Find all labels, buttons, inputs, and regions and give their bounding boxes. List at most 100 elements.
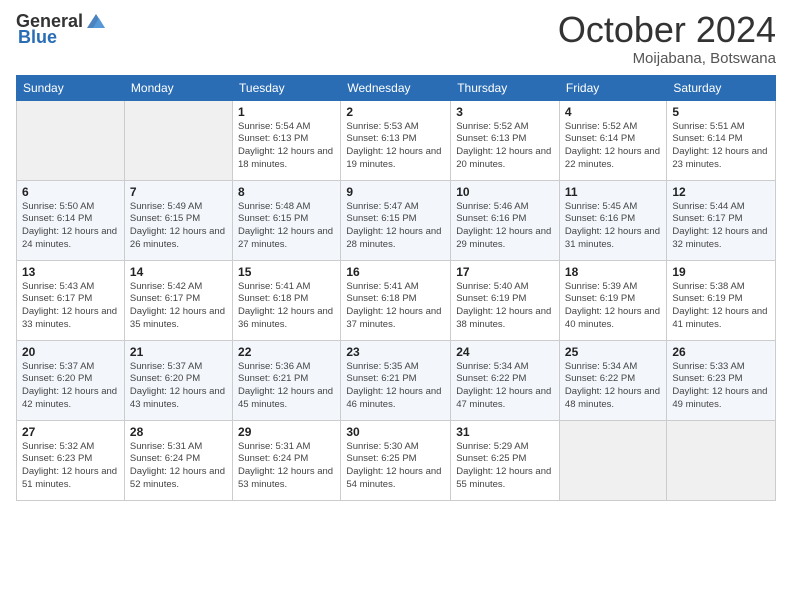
day-info: Sunrise: 5:31 AMSunset: 6:24 PMDaylight:… [238, 441, 335, 492]
calendar-cell: 25 Sunrise: 5:34 AMSunset: 6:22 PMDayligh… [559, 340, 666, 420]
calendar-cell: 26 Sunrise: 5:33 AMSunset: 6:23 PMDayligh… [667, 340, 776, 420]
day-info: Sunrise: 5:43 AMSunset: 6:17 PMDaylight:… [22, 281, 119, 332]
day-number: 30 [346, 425, 445, 439]
day-info: Sunrise: 5:42 AMSunset: 6:17 PMDaylight:… [130, 281, 227, 332]
day-number: 18 [565, 265, 661, 279]
day-info: Sunrise: 5:46 AMSunset: 6:16 PMDaylight:… [456, 201, 554, 252]
calendar-cell [124, 100, 232, 180]
calendar-table: SundayMondayTuesdayWednesdayThursdayFrid… [16, 75, 776, 501]
day-number: 17 [456, 265, 554, 279]
calendar-cell [667, 420, 776, 500]
calendar-week-row: 1 Sunrise: 5:54 AMSunset: 6:13 PMDaylight… [17, 100, 776, 180]
day-number: 5 [672, 105, 770, 119]
calendar-header-thursday: Thursday [451, 75, 560, 100]
day-number: 8 [238, 185, 335, 199]
logo-icon [85, 10, 107, 32]
calendar-cell: 16 Sunrise: 5:41 AMSunset: 6:18 PMDayligh… [341, 260, 451, 340]
calendar-cell: 18 Sunrise: 5:39 AMSunset: 6:19 PMDayligh… [559, 260, 666, 340]
calendar-cell: 1 Sunrise: 5:54 AMSunset: 6:13 PMDaylight… [233, 100, 341, 180]
day-number: 14 [130, 265, 227, 279]
day-number: 27 [22, 425, 119, 439]
day-number: 4 [565, 105, 661, 119]
day-info: Sunrise: 5:35 AMSunset: 6:21 PMDaylight:… [346, 361, 445, 412]
day-info: Sunrise: 5:47 AMSunset: 6:15 PMDaylight:… [346, 201, 445, 252]
day-info: Sunrise: 5:44 AMSunset: 6:17 PMDaylight:… [672, 201, 770, 252]
calendar-cell: 4 Sunrise: 5:52 AMSunset: 6:14 PMDaylight… [559, 100, 666, 180]
calendar-cell: 11 Sunrise: 5:45 AMSunset: 6:16 PMDayligh… [559, 180, 666, 260]
calendar-cell: 31Sunrise: 5:29 AMSunset: 6:25 PMDayligh… [451, 420, 560, 500]
day-info: Sunrise: 5:53 AMSunset: 6:13 PMDaylight:… [346, 121, 445, 172]
calendar-cell: 9Sunrise: 5:47 AMSunset: 6:15 PMDaylight… [341, 180, 451, 260]
day-number: 31 [456, 425, 554, 439]
calendar-cell: 5 Sunrise: 5:51 AMSunset: 6:14 PMDaylight… [667, 100, 776, 180]
calendar-cell: 23 Sunrise: 5:35 AMSunset: 6:21 PMDayligh… [341, 340, 451, 420]
day-info: Sunrise: 5:52 AMSunset: 6:13 PMDaylight:… [456, 121, 554, 172]
day-info: Sunrise: 5:37 AMSunset: 6:20 PMDaylight:… [22, 361, 119, 412]
calendar-week-row: 27 Sunrise: 5:32 AMSunset: 6:23 PMDayligh… [17, 420, 776, 500]
day-info: Sunrise: 5:34 AMSunset: 6:22 PMDaylight:… [565, 361, 661, 412]
calendar-cell: 28Sunrise: 5:31 AMSunset: 6:24 PMDayligh… [124, 420, 232, 500]
day-info: Sunrise: 5:33 AMSunset: 6:23 PMDaylight:… [672, 361, 770, 412]
calendar-cell: 14 Sunrise: 5:42 AMSunset: 6:17 PMDayligh… [124, 260, 232, 340]
day-number: 26 [672, 345, 770, 359]
title-month: October 2024 [558, 10, 776, 50]
day-number: 13 [22, 265, 119, 279]
day-info: Sunrise: 5:38 AMSunset: 6:19 PMDaylight:… [672, 281, 770, 332]
day-info: Sunrise: 5:39 AMSunset: 6:19 PMDaylight:… [565, 281, 661, 332]
calendar-cell: 7 Sunrise: 5:49 AMSunset: 6:15 PMDaylight… [124, 180, 232, 260]
calendar-cell: 12 Sunrise: 5:44 AMSunset: 6:17 PMDayligh… [667, 180, 776, 260]
day-number: 1 [238, 105, 335, 119]
calendar-cell: 29 Sunrise: 5:31 AMSunset: 6:24 PMDayligh… [233, 420, 341, 500]
logo: General Blue [16, 10, 107, 46]
day-info: Sunrise: 5:41 AMSunset: 6:18 PMDaylight:… [346, 281, 445, 332]
calendar-cell: 3 Sunrise: 5:52 AMSunset: 6:13 PMDaylight… [451, 100, 560, 180]
day-info: Sunrise: 5:51 AMSunset: 6:14 PMDaylight:… [672, 121, 770, 172]
day-number: 23 [346, 345, 445, 359]
title-location: Moijabana, Botswana [558, 50, 776, 67]
day-number: 16 [346, 265, 445, 279]
day-number: 25 [565, 345, 661, 359]
calendar-cell: 21 Sunrise: 5:37 AMSunset: 6:20 PMDayligh… [124, 340, 232, 420]
day-info: Sunrise: 5:40 AMSunset: 6:19 PMDaylight:… [456, 281, 554, 332]
day-number: 11 [565, 185, 661, 199]
day-info: Sunrise: 5:41 AMSunset: 6:18 PMDaylight:… [238, 281, 335, 332]
calendar-cell: 20Sunrise: 5:37 AMSunset: 6:20 PMDayligh… [17, 340, 125, 420]
day-number: 7 [130, 185, 227, 199]
day-info: Sunrise: 5:52 AMSunset: 6:14 PMDaylight:… [565, 121, 661, 172]
day-info: Sunrise: 5:36 AMSunset: 6:21 PMDaylight:… [238, 361, 335, 412]
day-number: 15 [238, 265, 335, 279]
calendar-cell [17, 100, 125, 180]
calendar-header-friday: Friday [559, 75, 666, 100]
page: General Blue October 2024 Moijabana, Bot… [0, 0, 792, 612]
calendar-header-monday: Monday [124, 75, 232, 100]
calendar-cell: 6 Sunrise: 5:50 AMSunset: 6:14 PMDaylight… [17, 180, 125, 260]
calendar-cell: 22 Sunrise: 5:36 AMSunset: 6:21 PMDayligh… [233, 340, 341, 420]
day-info: Sunrise: 5:32 AMSunset: 6:23 PMDaylight:… [22, 441, 119, 492]
logo-blue-text: Blue [18, 28, 57, 46]
calendar-cell: 10Sunrise: 5:46 AMSunset: 6:16 PMDayligh… [451, 180, 560, 260]
day-number: 2 [346, 105, 445, 119]
day-info: Sunrise: 5:45 AMSunset: 6:16 PMDaylight:… [565, 201, 661, 252]
day-number: 19 [672, 265, 770, 279]
calendar-cell [559, 420, 666, 500]
day-number: 6 [22, 185, 119, 199]
calendar-cell: 17 Sunrise: 5:40 AMSunset: 6:19 PMDayligh… [451, 260, 560, 340]
day-number: 29 [238, 425, 335, 439]
day-info: Sunrise: 5:31 AMSunset: 6:24 PMDaylight:… [130, 441, 227, 492]
day-info: Sunrise: 5:54 AMSunset: 6:13 PMDaylight:… [238, 121, 335, 172]
calendar-cell: 8 Sunrise: 5:48 AMSunset: 6:15 PMDaylight… [233, 180, 341, 260]
day-info: Sunrise: 5:49 AMSunset: 6:15 PMDaylight:… [130, 201, 227, 252]
day-number: 12 [672, 185, 770, 199]
day-info: Sunrise: 5:50 AMSunset: 6:14 PMDaylight:… [22, 201, 119, 252]
calendar-header-sunday: Sunday [17, 75, 125, 100]
calendar-header-tuesday: Tuesday [233, 75, 341, 100]
day-number: 22 [238, 345, 335, 359]
day-number: 3 [456, 105, 554, 119]
calendar-week-row: 20Sunrise: 5:37 AMSunset: 6:20 PMDayligh… [17, 340, 776, 420]
calendar-cell: 27 Sunrise: 5:32 AMSunset: 6:23 PMDayligh… [17, 420, 125, 500]
day-info: Sunrise: 5:37 AMSunset: 6:20 PMDaylight:… [130, 361, 227, 412]
calendar-week-row: 13 Sunrise: 5:43 AMSunset: 6:17 PMDayligh… [17, 260, 776, 340]
day-number: 21 [130, 345, 227, 359]
day-info: Sunrise: 5:34 AMSunset: 6:22 PMDaylight:… [456, 361, 554, 412]
day-info: Sunrise: 5:48 AMSunset: 6:15 PMDaylight:… [238, 201, 335, 252]
